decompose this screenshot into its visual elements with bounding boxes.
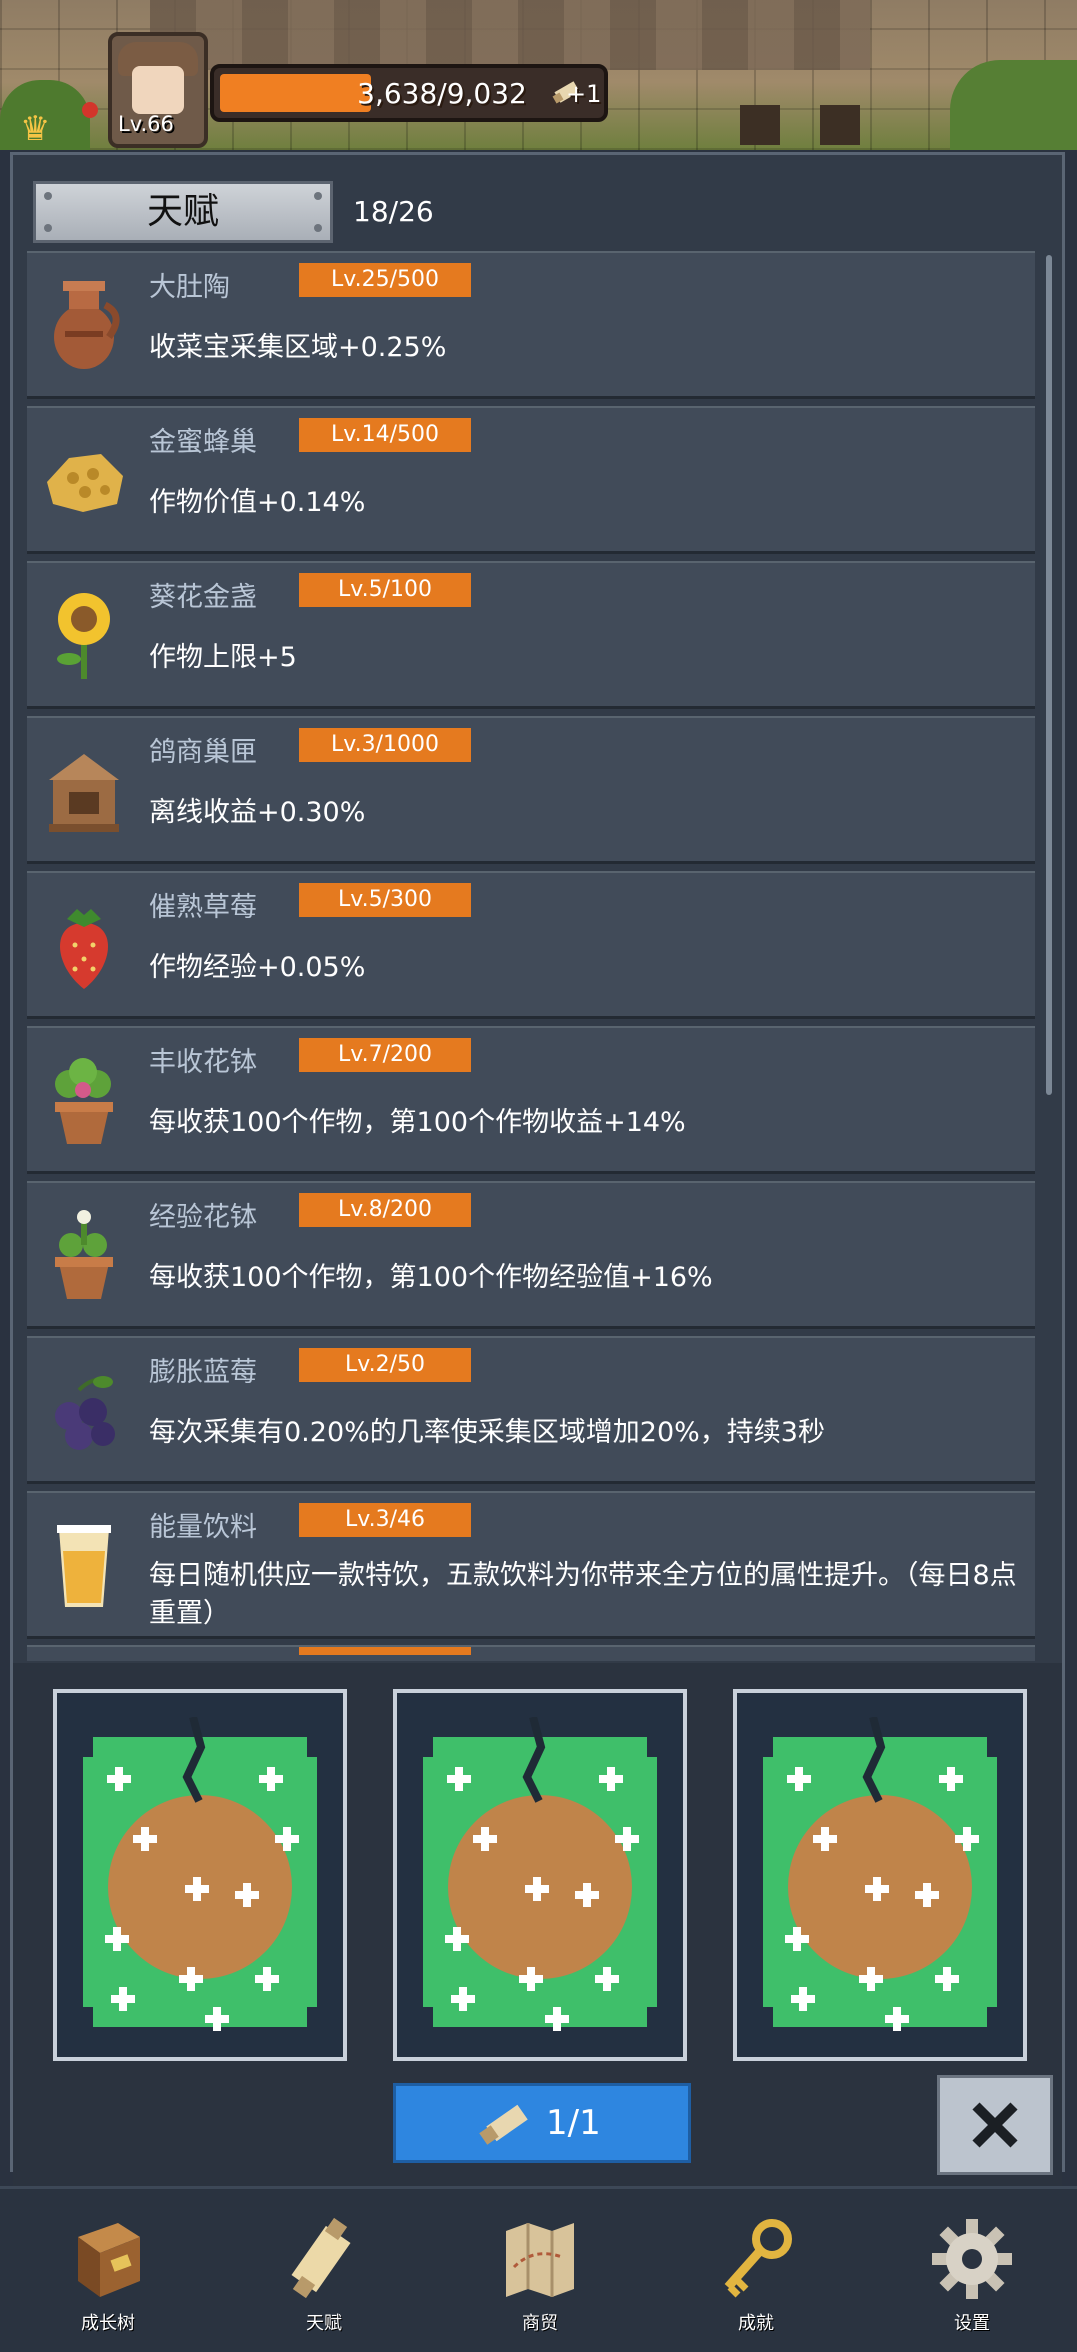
blueberry-icon — [55, 1376, 115, 1450]
nav-item-growth-tree[interactable]: 成长树 — [38, 2189, 178, 2352]
reward-area: 1/1 — [13, 1663, 1062, 2223]
close-button[interactable] — [937, 2075, 1053, 2175]
energy-drink-icon — [57, 1525, 111, 1607]
talent-item[interactable]: 鸽商巢匣 Lv.3/1000 离线收益+0.30% — [27, 716, 1035, 864]
gear-icon — [932, 2219, 1012, 2299]
talent-count: 18/26 — [353, 195, 434, 228]
roof-decoration — [150, 0, 870, 70]
talent-level-badge: Lv.14/500 — [299, 418, 471, 452]
bottom-navigation: 成长树 天赋 商贸 成就 设置 — [0, 2186, 1077, 2352]
map-icon — [506, 2223, 574, 2297]
talent-item[interactable]: 催熟草莓 Lv.5/300 作物经验+0.05% — [27, 871, 1035, 1019]
exp-pot-icon — [55, 1210, 113, 1299]
talent-level-badge: Lv.3/1000 — [299, 728, 471, 762]
crown-icon[interactable]: ♛ — [20, 112, 72, 146]
scroll-icon — [291, 2217, 351, 2299]
talent-description: 收菜宝采集区域+0.25% — [149, 332, 447, 363]
reward-card[interactable] — [733, 1689, 1027, 2061]
talent-name: 金蜜蜂巢 — [149, 427, 257, 458]
nav-label: 商贸 — [522, 2313, 558, 2334]
talent-name: 能量饮料 — [149, 1512, 257, 1543]
xp-bar: 3,638/9,032 +1 — [210, 64, 608, 122]
talent-description: 每收获100个作物，第100个作物经验值+16% — [149, 1262, 713, 1293]
xp-bonus: +1 — [566, 80, 602, 108]
nav-item-trade[interactable]: 商贸 — [470, 2189, 610, 2352]
talent-description: 离线收益+0.30% — [149, 797, 366, 828]
talent-level-badge: Lv.5/100 — [299, 573, 471, 607]
talent-name: 葵花金盏 — [149, 582, 257, 613]
talent-level-badge: Lv.7/200 — [299, 1038, 471, 1072]
flower-pot-icon — [55, 1058, 113, 1144]
use-scroll-count: 1/1 — [546, 2103, 601, 2143]
talent-description: 每收获100个作物，第100个作物收益+14% — [149, 1107, 686, 1138]
talent-list-scrollbar[interactable] — [1046, 255, 1052, 1095]
talent-name: 鸽商巢匣 — [149, 737, 257, 768]
talent-list[interactable]: 大肚陶 Lv.25/500 收菜宝采集区域+0.25% 金蜜蜂巢 Lv.14/5… — [27, 251, 1049, 1693]
talent-name: 膨胀蓝莓 — [149, 1357, 257, 1388]
strawberry-icon — [59, 909, 109, 989]
talent-level-badge: Lv.3/46 — [299, 1503, 471, 1537]
talent-item[interactable]: 金蜜蜂巢 Lv.14/500 作物价值+0.14% — [27, 406, 1035, 554]
talent-level-badge: Lv.2/50 — [299, 1348, 471, 1382]
foliage-decoration — [950, 60, 1077, 150]
key-icon — [724, 2219, 792, 2298]
talent-card-icon — [763, 1717, 997, 2031]
notification-dot — [82, 102, 98, 118]
talent-item[interactable]: 葵花金盏 Lv.5/100 作物上限+5 — [27, 561, 1035, 709]
talent-item[interactable]: 膨胀蓝莓 Lv.2/50 每次采集有0.20%的几率使采集区域增加20%，持续3… — [27, 1336, 1035, 1484]
talent-description: 作物经验+0.05% — [149, 952, 366, 983]
nav-item-achievement[interactable]: 成就 — [686, 2189, 826, 2352]
use-scroll-button[interactable]: 1/1 — [393, 2083, 691, 2163]
close-icon — [972, 2102, 1018, 2148]
talent-panel: 天赋 18/26 大肚陶 Lv.25/500 收菜宝采集区域+0.25% 金蜜蜂… — [10, 152, 1065, 2223]
book-icon — [78, 2223, 140, 2297]
talent-level-badge: Lv.5/300 — [299, 883, 471, 917]
reward-card[interactable] — [53, 1689, 347, 2061]
tab-talent[interactable]: 天赋 — [33, 181, 333, 243]
pigeon-box-icon — [49, 754, 119, 832]
talent-level-badge: Lv.25/500 — [299, 263, 471, 297]
talent-card-icon — [423, 1717, 657, 2031]
sunflower-icon — [57, 593, 110, 679]
scroll-icon — [479, 2104, 528, 2145]
nav-label: 成长树 — [81, 2313, 135, 2334]
tab-label: 天赋 — [146, 191, 219, 232]
talent-name: 丰收花钵 — [149, 1047, 257, 1078]
nav-label: 设置 — [954, 2313, 990, 2334]
talent-description: 每次采集有0.20%的几率使采集区域增加20%，持续3秒 — [149, 1417, 825, 1448]
game-scene-header: ♛ Lv.66 3,638/9,032 +1 — [0, 0, 1077, 150]
nav-item-talent[interactable]: 天赋 — [254, 2189, 394, 2352]
talent-name: 经验花钵 — [149, 1202, 257, 1233]
window-decoration — [740, 105, 780, 145]
talent-name: 大肚陶 — [149, 272, 230, 303]
talent-item[interactable]: 丰收花钵 Lv.7/200 每收获100个作物，第100个作物收益+14% — [27, 1026, 1035, 1174]
talent-item[interactable]: 大肚陶 Lv.25/500 收菜宝采集区域+0.25% — [27, 251, 1035, 399]
talent-item[interactable]: 能量饮料 Lv.3/46 每日随机供应一款特饮，五款饮料为你带来全方位的属性提升… — [27, 1491, 1035, 1639]
talent-description: 作物上限+5 — [149, 642, 297, 673]
talent-description: 每日随机供应一款特饮，五款饮料为你带来全方位的属性提升。（每日8点重置） — [149, 1560, 1017, 1629]
talent-item[interactable]: 经验花钵 Lv.8/200 每收获100个作物，第100个作物经验值+16% — [27, 1181, 1035, 1329]
nav-label: 天赋 — [306, 2313, 342, 2334]
clay-jar-icon — [54, 281, 120, 369]
window-decoration — [820, 105, 860, 145]
talent-name: 催熟草莓 — [149, 892, 257, 923]
talent-description: 作物价值+0.14% — [149, 487, 366, 518]
xp-text: 3,638/9,032 — [357, 77, 527, 110]
talent-item-partial[interactable] — [27, 1645, 1035, 1661]
honeycomb-icon — [47, 454, 123, 512]
talent-card-icon — [83, 1717, 317, 2031]
talent-level-badge: Lv.8/200 — [299, 1193, 471, 1227]
talent-level-badge — [299, 1647, 471, 1655]
nav-item-settings[interactable]: 设置 — [902, 2189, 1042, 2352]
reward-card[interactable] — [393, 1689, 687, 2061]
nav-label: 成就 — [738, 2313, 774, 2334]
player-level: Lv.66 — [118, 112, 174, 136]
